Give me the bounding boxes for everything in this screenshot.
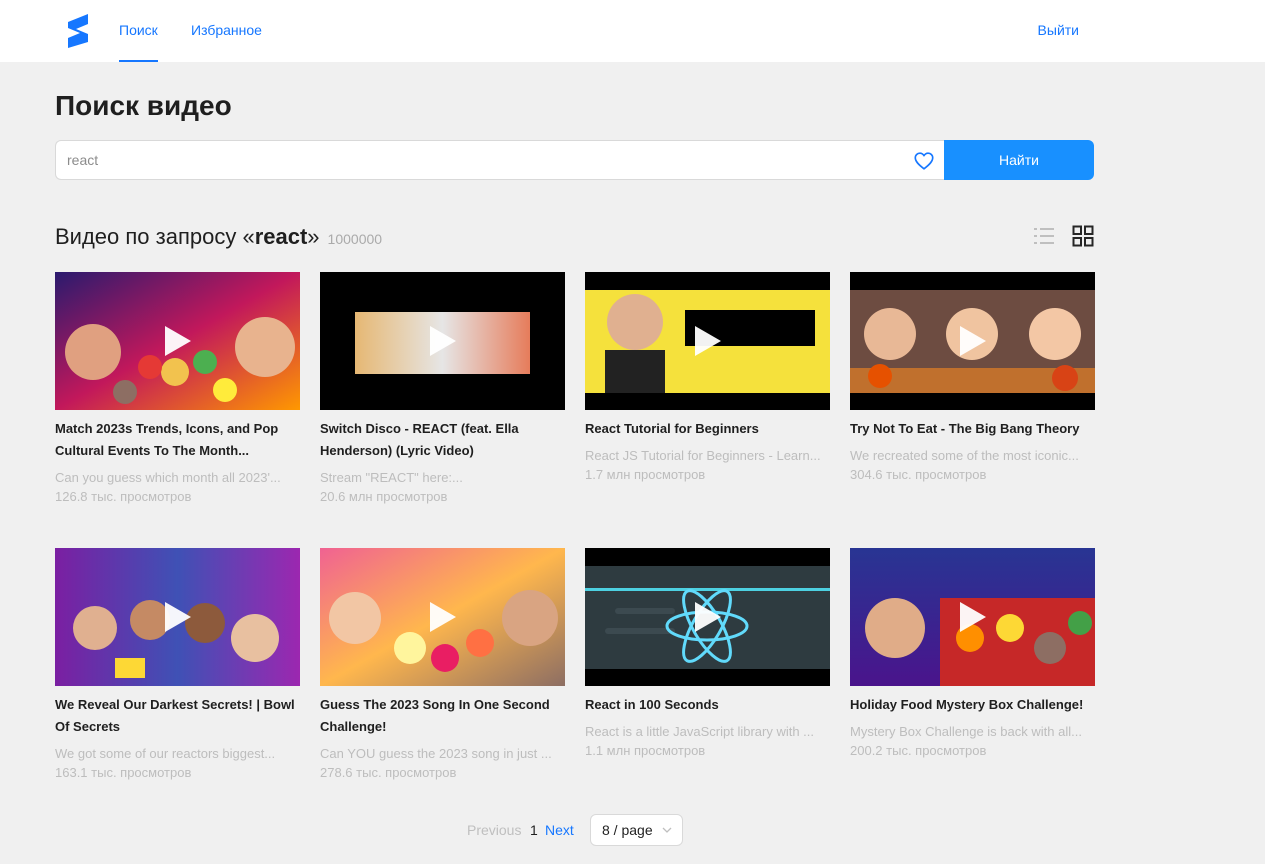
heart-icon[interactable] [913, 150, 935, 172]
results-count: 1000000 [327, 231, 383, 247]
page-title: Поиск видео [55, 90, 232, 121]
video-thumbnail[interactable] [585, 548, 830, 686]
pagination-page-1[interactable]: 1 [530, 815, 538, 845]
video-card[interactable]: Match 2023s Trends, Icons, and Pop Cultu… [55, 272, 300, 506]
nav-tab-search[interactable]: Поиск [119, 0, 158, 62]
video-description: Can YOU guess the 2023 song in just ... [320, 746, 552, 761]
pagination-previous[interactable]: Previous [467, 815, 521, 845]
video-title[interactable]: Switch Disco - REACT (feat. Ella Henders… [320, 418, 565, 462]
search-input[interactable] [67, 141, 907, 179]
video-views: 1.1 млн просмотров [585, 743, 706, 758]
video-card[interactable]: We Reveal Our Darkest Secrets! | Bowl Of… [55, 548, 300, 782]
video-thumbnail[interactable] [585, 272, 830, 410]
search-field [55, 140, 945, 180]
video-description: Mystery Box Challenge is back with all..… [850, 724, 1082, 739]
page-size-value: 8 / page [602, 822, 653, 838]
video-description: React is a little JavaScript library wit… [585, 724, 815, 739]
results-heading-suffix: » [307, 224, 320, 249]
video-views: 304.6 тыс. просмотров [850, 467, 987, 482]
video-views: 278.6 тыс. просмотров [320, 765, 457, 780]
play-icon[interactable] [428, 600, 458, 634]
app-logo-icon[interactable] [66, 12, 90, 50]
play-icon[interactable] [693, 600, 723, 634]
play-icon[interactable] [958, 600, 988, 634]
logout-link[interactable]: Выйти [1038, 0, 1079, 60]
video-views: 200.2 тыс. просмотров [850, 743, 987, 758]
video-title[interactable]: React Tutorial for Beginners [585, 418, 830, 440]
results-query: react [254, 224, 308, 249]
video-thumbnail[interactable] [850, 548, 1095, 686]
video-card[interactable]: Guess The 2023 Song In One Second Challe… [320, 548, 565, 782]
video-card[interactable]: Switch Disco - REACT (feat. Ella Henders… [320, 272, 565, 506]
video-description: Stream "REACT" here:... [320, 470, 463, 485]
chevron-down-icon [662, 827, 672, 833]
video-description: React JS Tutorial for Beginners - Learn.… [585, 448, 821, 463]
video-thumbnail[interactable] [320, 548, 565, 686]
video-thumbnail[interactable] [850, 272, 1095, 410]
play-icon[interactable] [163, 324, 193, 358]
video-title[interactable]: Holiday Food Mystery Box Challenge! [850, 694, 1095, 716]
video-title[interactable]: We Reveal Our Darkest Secrets! | Bowl Of… [55, 694, 300, 738]
top-navigation-bar: Поиск Избранное Выйти [0, 0, 1265, 62]
video-title[interactable]: Guess The 2023 Song In One Second Challe… [320, 694, 565, 738]
video-views: 20.6 млн просмотров [320, 489, 448, 504]
video-description: Can you guess which month all 2023'... [55, 470, 281, 485]
search-button[interactable]: Найти [944, 140, 1094, 180]
video-description: We recreated some of the most iconic... [850, 448, 1079, 463]
play-icon[interactable] [693, 324, 723, 358]
video-card[interactable]: React Tutorial for Beginners React JS Tu… [585, 272, 830, 484]
play-icon[interactable] [163, 600, 193, 634]
play-icon[interactable] [428, 324, 458, 358]
video-views: 163.1 тыс. просмотров [55, 765, 192, 780]
video-card[interactable]: Holiday Food Mystery Box Challenge! Myst… [850, 548, 1095, 760]
grid-view-icon[interactable] [1072, 225, 1094, 247]
video-thumbnail[interactable] [55, 272, 300, 410]
play-icon[interactable] [958, 324, 988, 358]
nav-tab-favorites[interactable]: Избранное [191, 0, 262, 62]
results-heading: Видео по запросу «react» 1000000 [55, 224, 382, 250]
video-description: We got some of our reactors biggest... [55, 746, 276, 761]
pagination-next[interactable]: Next [545, 815, 574, 845]
video-views: 126.8 тыс. просмотров [55, 489, 192, 504]
video-thumbnail[interactable] [320, 272, 565, 410]
results-heading-prefix: Видео по запросу « [55, 224, 255, 249]
video-views: 1.7 млн просмотров [585, 467, 706, 482]
list-view-icon[interactable] [1033, 226, 1055, 246]
page-size-select[interactable]: 8 / page [590, 814, 683, 846]
video-thumbnail[interactable] [55, 548, 300, 686]
video-title[interactable]: Try Not To Eat - The Big Bang Theory [850, 418, 1095, 440]
video-card[interactable]: Try Not To Eat - The Big Bang Theory We … [850, 272, 1095, 484]
video-title[interactable]: React in 100 Seconds [585, 694, 830, 716]
video-card[interactable]: React in 100 Seconds React is a little J… [585, 548, 830, 760]
video-title[interactable]: Match 2023s Trends, Icons, and Pop Cultu… [55, 418, 300, 462]
